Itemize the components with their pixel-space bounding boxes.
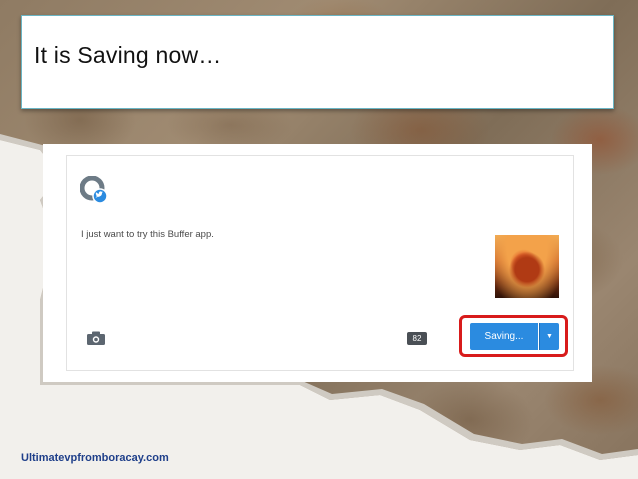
post-text[interactable]: I just want to try this Buffer app. [81, 229, 214, 240]
title-banner: It is Saving now… [21, 15, 614, 109]
saving-button[interactable]: Saving... [470, 323, 538, 350]
caret-down-icon: ▼ [546, 333, 553, 340]
attached-image-thumbnail[interactable] [495, 235, 559, 298]
camera-icon[interactable] [87, 331, 105, 345]
slide-title: It is Saving now… [34, 42, 222, 68]
save-options-dropdown[interactable]: ▼ [539, 323, 559, 350]
footer-url: Ultimatevpfromboracay.com [21, 452, 169, 464]
character-count-badge: 82 [407, 332, 427, 345]
twitter-avatar-icon[interactable] [80, 176, 108, 204]
